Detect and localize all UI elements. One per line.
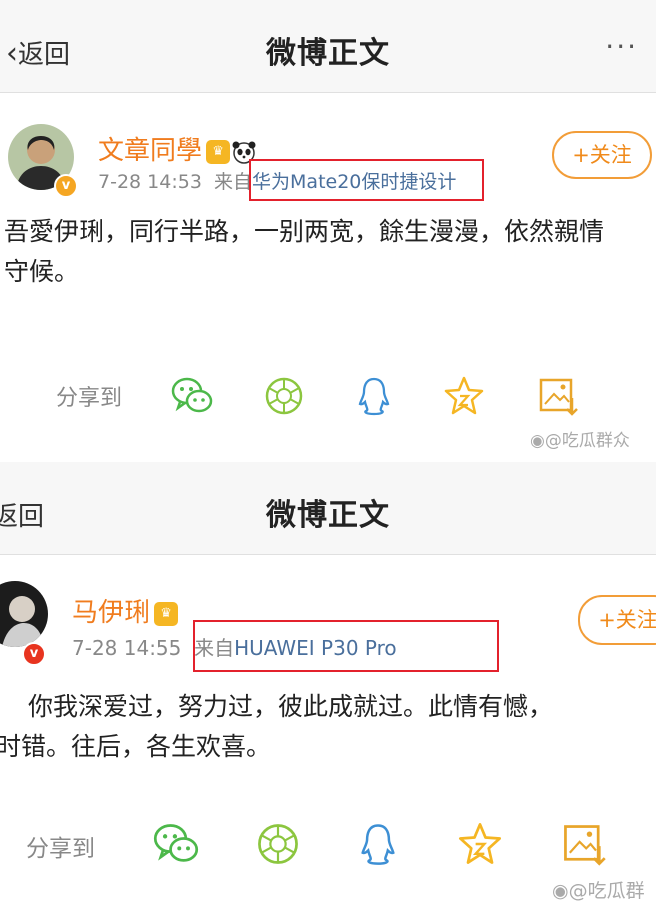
from-prefix: 来自 [214, 171, 253, 193]
watermark-text: @吃瓜群众 [544, 431, 630, 451]
watermark: ◉@吃瓜群 [552, 876, 645, 903]
watermark-text: @吃瓜群 [568, 880, 645, 902]
post-time: 7-28 14:55 [72, 636, 182, 660]
avatar[interactable] [0, 581, 48, 647]
save-image-icon[interactable] [560, 820, 608, 868]
username[interactable]: 文章同學 ♛ [98, 130, 256, 167]
weibo-logo-icon: ◉ [552, 880, 569, 902]
more-options-icon[interactable]: ··· [605, 30, 638, 63]
watermark: ◉@吃瓜群众 [530, 426, 630, 451]
verified-badge-icon: v [54, 174, 78, 198]
highlight-box [249, 159, 484, 201]
moments-icon[interactable] [262, 374, 306, 418]
post-text-line-1: 吾愛伊琍，同行半路，一别两宽，餘生漫漫，依然親情 [4, 217, 605, 246]
username-text: 文章同學 [98, 136, 203, 166]
moments-icon[interactable] [254, 820, 302, 868]
favorite-icon[interactable] [442, 374, 486, 418]
weibo-post-panel-2: 返回 微博正文 v 马伊琍 ♛ 7-28 14:55 来自HUAWEI P30 P… [0, 456, 656, 913]
share-label: 分享到 [26, 836, 95, 862]
save-image-icon[interactable] [536, 374, 580, 418]
post-time: 7-28 14:53 [98, 171, 202, 193]
follow-button[interactable]: +关注 [552, 131, 652, 179]
wechat-icon[interactable] [170, 374, 214, 418]
page-title: 微博正文 [266, 36, 390, 71]
post-text-line-1: 你我深爱过，努力过，彼此成就过。此情有憾， [28, 692, 554, 721]
nav-header: ‹返回 微博正文 ··· [0, 0, 656, 93]
wechat-icon[interactable] [152, 820, 200, 868]
weibo-post-panel-1: ‹返回 微博正文 ··· v 文章同學 ♛ 7-28 14:53 来自华为Mate… [0, 0, 656, 456]
weibo-logo-icon: ◉ [530, 431, 545, 451]
share-label: 分享到 [56, 386, 123, 411]
nav-header: 返回 微博正文 [0, 462, 656, 555]
favorite-icon[interactable] [456, 820, 504, 868]
highlight-box [193, 620, 499, 672]
verified-badge-icon: v [22, 642, 46, 666]
page-title: 微博正文 [266, 498, 390, 533]
post-text-line-2: 守候。 [4, 257, 80, 286]
post-text-line-2: 时错。往后，各生欢喜。 [0, 732, 272, 761]
qq-icon[interactable] [354, 820, 402, 868]
follow-button[interactable]: +关注 [578, 595, 656, 645]
vip-crown-icon: ♛ [154, 601, 179, 626]
username[interactable]: 马伊琍 ♛ [72, 592, 179, 629]
qq-icon[interactable] [352, 374, 396, 418]
username-text: 马伊琍 [72, 598, 151, 628]
vip-crown-icon: ♛ [206, 139, 231, 164]
